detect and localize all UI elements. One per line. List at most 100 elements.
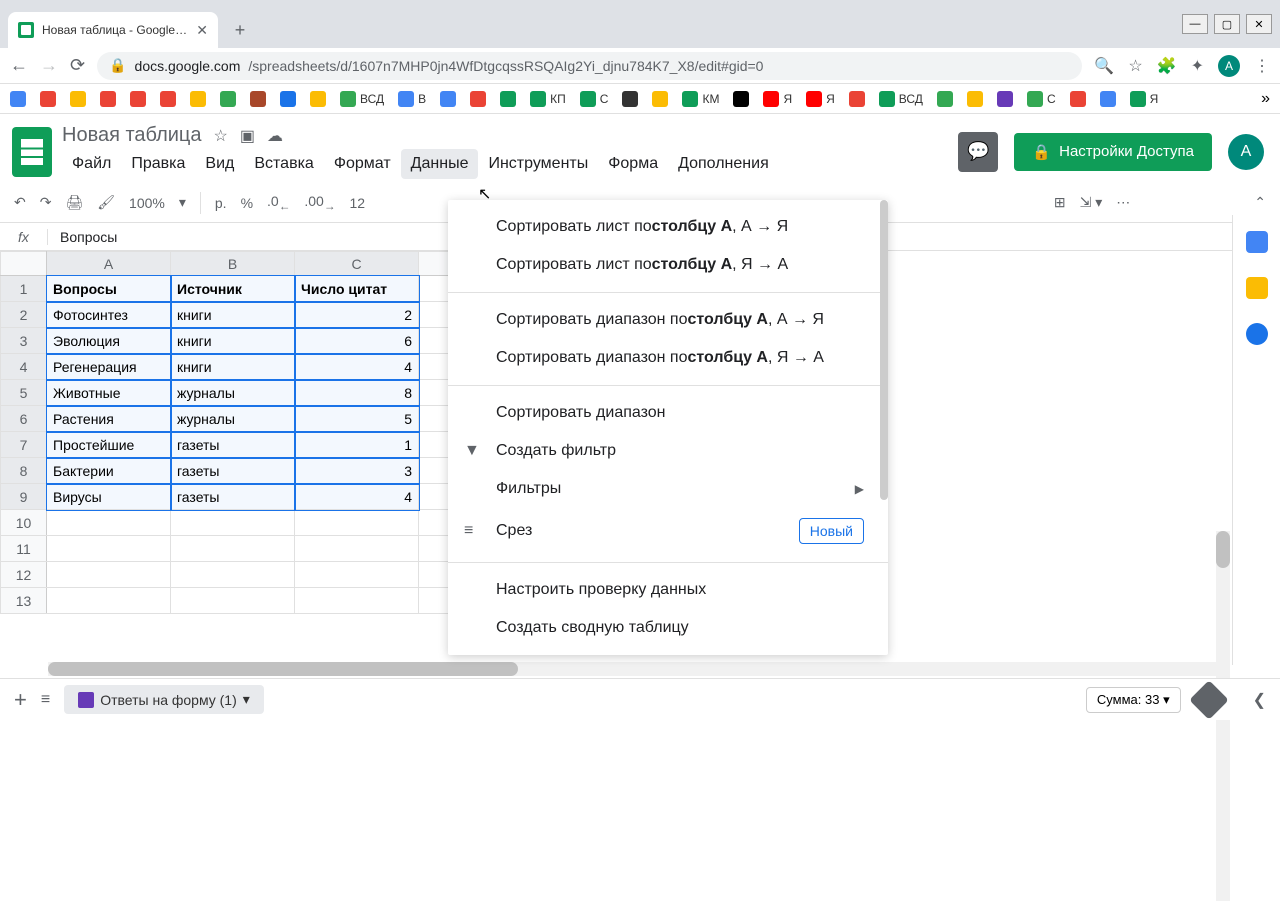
calendar-icon[interactable] bbox=[1246, 231, 1268, 253]
cell[interactable]: Вирусы bbox=[47, 484, 171, 510]
move-icon[interactable]: ▣ bbox=[240, 126, 255, 146]
row-header-10[interactable]: 10 bbox=[1, 510, 47, 536]
bookmark-item[interactable] bbox=[997, 91, 1013, 107]
menu-правка[interactable]: Правка bbox=[121, 149, 195, 179]
cell[interactable] bbox=[47, 588, 171, 614]
bookmark-item[interactable] bbox=[160, 91, 176, 107]
close-tab-icon[interactable]: ✕ bbox=[196, 22, 208, 39]
bookmark-item[interactable] bbox=[220, 91, 236, 107]
slicer[interactable]: ≡ Срез Новый bbox=[448, 508, 888, 554]
formula-input[interactable]: Вопросы bbox=[48, 229, 117, 245]
cell[interactable]: 4 bbox=[295, 354, 419, 380]
cell[interactable] bbox=[171, 588, 295, 614]
row-header-12[interactable]: 12 bbox=[1, 562, 47, 588]
cell[interactable] bbox=[295, 536, 419, 562]
bookmark-item[interactable] bbox=[849, 91, 865, 107]
cell[interactable]: Эволюция bbox=[47, 328, 171, 354]
cell[interactable]: 3 bbox=[295, 458, 419, 484]
cell[interactable]: Регенерация bbox=[47, 354, 171, 380]
paint-format-button[interactable]: 🖌 bbox=[97, 194, 115, 211]
bookmark-item[interactable] bbox=[10, 91, 26, 107]
all-sheets-button[interactable]: ≡ bbox=[41, 691, 50, 709]
bookmark-item[interactable]: Я bbox=[763, 91, 792, 107]
bookmark-item[interactable]: Я bbox=[1130, 91, 1159, 107]
cell[interactable] bbox=[295, 588, 419, 614]
cell[interactable]: Растения bbox=[47, 406, 171, 432]
cell[interactable]: журналы bbox=[171, 406, 295, 432]
bookmark-item[interactable]: ВСД bbox=[879, 91, 923, 107]
extensions-menu-icon[interactable]: ✦ bbox=[1191, 56, 1204, 76]
url-field[interactable]: 🔒 docs.google.com/spreadsheets/d/1607n7M… bbox=[97, 52, 1082, 80]
sort-sheet-za[interactable]: Сортировать лист по столбцу A, Я → А bbox=[448, 246, 888, 284]
row-header-13[interactable]: 13 bbox=[1, 588, 47, 614]
bookmark-item[interactable] bbox=[250, 91, 266, 107]
profile-avatar[interactable]: А bbox=[1218, 55, 1240, 77]
explore-button[interactable] bbox=[1189, 680, 1229, 720]
cell[interactable]: газеты bbox=[171, 458, 295, 484]
menu-формат[interactable]: Формат bbox=[324, 149, 401, 179]
merge-button[interactable]: ⇲ ▾ bbox=[1080, 194, 1103, 211]
bookmark-star-icon[interactable]: ☆ bbox=[1128, 56, 1142, 76]
bookmark-item[interactable] bbox=[470, 91, 486, 107]
row-header-4[interactable]: 4 bbox=[1, 354, 47, 380]
cell[interactable]: Вопросы bbox=[47, 276, 171, 302]
bookmark-item[interactable] bbox=[40, 91, 56, 107]
bookmark-item[interactable] bbox=[70, 91, 86, 107]
cell[interactable]: Число цитат bbox=[295, 276, 419, 302]
quick-sum[interactable]: Сумма: 33 ▾ bbox=[1086, 687, 1181, 713]
bookmark-item[interactable] bbox=[1070, 91, 1086, 107]
bookmark-item[interactable]: КМ bbox=[682, 91, 719, 107]
bookmark-item[interactable] bbox=[937, 91, 953, 107]
bookmark-item[interactable] bbox=[130, 91, 146, 107]
bookmark-item[interactable] bbox=[967, 91, 983, 107]
account-avatar[interactable]: А bbox=[1228, 134, 1264, 170]
row-header-1[interactable]: 1 bbox=[1, 276, 47, 302]
document-title[interactable]: Новая таблица bbox=[62, 124, 202, 147]
sort-sheet-az[interactable]: Сортировать лист по столбцу A, А → Я bbox=[448, 208, 888, 246]
row-header-7[interactable]: 7 bbox=[1, 432, 47, 458]
menu-вставка[interactable]: Вставка bbox=[244, 149, 323, 179]
increase-decimal-button[interactable]: .00→ bbox=[304, 193, 335, 213]
zoom-select[interactable]: 100% bbox=[129, 195, 165, 211]
cell[interactable]: 4 bbox=[295, 484, 419, 510]
format-123-button[interactable]: 12 bbox=[349, 195, 365, 211]
cell[interactable]: журналы bbox=[171, 380, 295, 406]
reload-button[interactable]: ⟳ bbox=[70, 55, 85, 76]
data-validation[interactable]: Настроить проверку данных bbox=[448, 571, 888, 609]
percent-button[interactable]: % bbox=[241, 195, 253, 211]
collapse-toolbar-button[interactable]: ⌃ bbox=[1254, 194, 1266, 211]
currency-button[interactable]: р. bbox=[215, 195, 227, 211]
row-header-6[interactable]: 6 bbox=[1, 406, 47, 432]
cell[interactable] bbox=[171, 536, 295, 562]
bookmark-item[interactable] bbox=[500, 91, 516, 107]
forward-button[interactable]: → bbox=[40, 55, 58, 76]
maximize-button[interactable]: ▢ bbox=[1214, 14, 1240, 34]
cell[interactable]: Простейшие bbox=[47, 432, 171, 458]
extensions-icon[interactable]: 🧩 bbox=[1157, 56, 1177, 76]
pivot-table[interactable]: Создать сводную таблицу bbox=[448, 609, 888, 647]
cell[interactable]: Животные bbox=[47, 380, 171, 406]
borders-button[interactable]: ⊞ bbox=[1054, 194, 1066, 211]
bookmark-item[interactable] bbox=[280, 91, 296, 107]
cell[interactable] bbox=[47, 510, 171, 536]
menu-инструменты[interactable]: Инструменты bbox=[478, 149, 598, 179]
row-header-5[interactable]: 5 bbox=[1, 380, 47, 406]
row-header-8[interactable]: 8 bbox=[1, 458, 47, 484]
bookmark-item[interactable]: КП bbox=[530, 91, 566, 107]
cell[interactable] bbox=[295, 510, 419, 536]
cloud-status-icon[interactable]: ☁ bbox=[267, 126, 283, 146]
cell[interactable]: 8 bbox=[295, 380, 419, 406]
menu-дополнения[interactable]: Дополнения bbox=[668, 149, 779, 179]
cell[interactable]: книги bbox=[171, 302, 295, 328]
new-tab-button[interactable]: + bbox=[226, 16, 254, 44]
cell[interactable]: 6 bbox=[295, 328, 419, 354]
close-window-button[interactable]: ✕ bbox=[1246, 14, 1272, 34]
cell[interactable]: 2 bbox=[295, 302, 419, 328]
bookmark-item[interactable] bbox=[652, 91, 668, 107]
menu-файл[interactable]: Файл bbox=[62, 149, 121, 179]
cell[interactable]: книги bbox=[171, 328, 295, 354]
tasks-icon[interactable] bbox=[1246, 323, 1268, 345]
bookmark-item[interactable] bbox=[310, 91, 326, 107]
menu-вид[interactable]: Вид bbox=[195, 149, 244, 179]
more-button[interactable]: ⋯ bbox=[1116, 194, 1130, 211]
